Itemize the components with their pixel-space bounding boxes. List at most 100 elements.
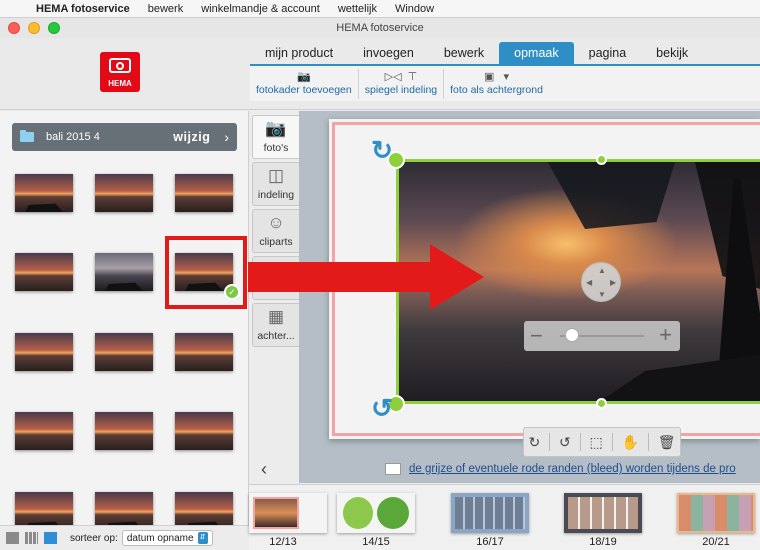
grid-small-icon[interactable] — [44, 532, 57, 544]
side-tool-photos[interactable]: 📷 foto's — [252, 115, 299, 159]
spread-thumbnail[interactable] — [249, 493, 327, 533]
tab-invoegen[interactable]: invoegen — [348, 42, 429, 64]
spread-label: 20/21 — [702, 536, 730, 548]
info-icon — [385, 463, 401, 475]
chevron-left-icon[interactable]: ‹ — [261, 459, 267, 480]
tab-bekijk[interactable]: bekijk — [641, 42, 703, 64]
spread-thumbnail[interactable] — [677, 493, 755, 533]
mirror-layout-button[interactable]: ▷◁ ⊤ spiegel indeling — [359, 66, 443, 96]
spread-label: 12/13 — [269, 536, 297, 548]
pan-left-icon[interactable]: ◀ — [586, 278, 592, 287]
tool-divider — [647, 433, 649, 451]
minimize-window-button[interactable] — [28, 22, 40, 34]
hema-logo: HEMA — [100, 52, 140, 92]
folder-icon — [20, 130, 34, 142]
spread-thumbnail[interactable] — [451, 493, 529, 533]
sort-label: sorteer op: — [70, 532, 118, 544]
add-photo-frame-button[interactable]: 📷 fotokader toevoegen — [250, 66, 358, 96]
side-tool-photos-label: foto's — [263, 142, 289, 154]
used-checkmark-icon: ✓ — [224, 284, 240, 300]
rotate-left-icon[interactable]: ↺ — [559, 434, 571, 451]
zoom-window-button[interactable] — [48, 22, 60, 34]
spread-thumbnail[interactable] — [564, 493, 642, 533]
pan-down-icon[interactable]: ▼ — [598, 290, 606, 299]
app-header: HEMA mijn product invoegen bewerk opmaak… — [0, 38, 760, 110]
photo-thumbnail[interactable] — [95, 174, 153, 212]
photo-thumbnail[interactable] — [15, 412, 73, 450]
zoom-out-icon[interactable]: − — [530, 323, 543, 349]
main-tabs: mijn product invoegen bewerk opmaak pagi… — [250, 42, 703, 64]
zoom-slider[interactable]: − + — [524, 321, 680, 351]
menu-bar: HEMA fotoservice bewerk winkelmandje & a… — [0, 0, 760, 18]
zoom-knob[interactable] — [565, 328, 579, 342]
photo-as-background-label: foto als achtergrond — [450, 84, 543, 96]
hand-icon[interactable]: ✋ — [621, 434, 638, 451]
camera-add-icon: 📷 — [297, 71, 311, 83]
menu-wettelijk[interactable]: wettelijk — [329, 3, 386, 15]
side-tool-layout-label: indeling — [257, 189, 295, 201]
resize-handle-top[interactable] — [596, 154, 607, 165]
photo-thumbnail[interactable] — [95, 253, 153, 291]
sort-value: datum opname — [126, 532, 194, 544]
window-titlebar: HEMA fotoservice — [0, 18, 760, 38]
photo-browser-footer: sorteer op: datum opname ⇵ — [0, 525, 249, 550]
pan-control[interactable]: ▲ ▼ ◀ ▶ — [581, 262, 621, 302]
image-dropdown-icon: ▣ ▾ — [484, 71, 510, 83]
menu-app[interactable]: HEMA fotoservice — [30, 3, 139, 15]
tab-opmaak[interactable]: opmaak — [499, 42, 574, 64]
photo-thumbnail[interactable] — [175, 333, 233, 371]
album-selector[interactable]: bali 2015 4 wijzig › — [12, 123, 237, 151]
photo-thumbnail[interactable] — [95, 412, 153, 450]
menu-bewerk[interactable]: bewerk — [139, 3, 192, 15]
sort-select[interactable]: datum opname ⇵ — [121, 530, 213, 546]
trash-icon[interactable]: 🗑 — [658, 434, 676, 451]
page-filmstrip: 12/13 14/15 16/17 18/19 20/21 — [249, 484, 760, 550]
zoom-in-icon[interactable]: + — [659, 322, 672, 348]
photo-thumbnail[interactable] — [95, 333, 153, 371]
resize-handle-bottom[interactable] — [596, 398, 607, 409]
tool-divider — [549, 433, 551, 451]
tab-mijn-product[interactable]: mijn product — [250, 42, 348, 64]
pan-right-icon[interactable]: ▶ — [610, 278, 616, 287]
tool-divider — [579, 433, 581, 451]
camera-icon: 📷 — [265, 119, 287, 138]
mirror-icon: ▷◁ ⊤ — [384, 71, 418, 83]
photo-browser-panel: bali 2015 4 wijzig › — [0, 111, 249, 550]
chevron-right-icon: › — [224, 129, 229, 145]
info-bar: ‹ de grijze of eventuele rode randen (bl… — [249, 454, 760, 484]
add-photo-frame-label: fotokader toevoegen — [256, 84, 352, 96]
smiley-icon: ☺ — [267, 213, 285, 232]
photo-thumbnail[interactable] — [175, 412, 233, 450]
menu-window[interactable]: Window — [386, 3, 443, 15]
ribbon-toolbar: 📷 fotokader toevoegen ▷◁ ⊤ spiegel indel… — [250, 64, 760, 101]
photo-thumbnail[interactable] — [15, 174, 73, 212]
rotate-top-left-icon[interactable]: ↻ — [369, 137, 395, 163]
spread-thumbnail[interactable] — [337, 493, 415, 533]
photo-thumbnail[interactable] — [15, 333, 73, 371]
bleed-info-link[interactable]: de grijze of eventuele rode randen (blee… — [409, 463, 749, 475]
grid-large-icon[interactable] — [6, 532, 19, 544]
photo-thumbnail[interactable] — [15, 253, 73, 291]
menu-winkelmandje[interactable]: winkelmandje & account — [192, 3, 329, 15]
rotate-right-icon[interactable]: ↻ — [528, 434, 540, 451]
tool-divider — [611, 433, 613, 451]
camera-icon — [109, 58, 131, 73]
spread-label: 16/17 — [476, 536, 504, 548]
mirror-layout-label: spiegel indeling — [364, 84, 438, 96]
spread-label: 14/15 — [362, 536, 390, 548]
album-change-button[interactable]: wijzig — [173, 130, 210, 144]
fit-frame-icon[interactable]: ⬚ — [589, 434, 602, 451]
pan-up-icon[interactable]: ▲ — [598, 266, 606, 275]
album-name: bali 2015 4 — [46, 131, 100, 143]
window-title: HEMA fotoservice — [336, 22, 424, 34]
rotate-bottom-left-icon[interactable]: ↺ — [369, 395, 395, 421]
tab-pagina[interactable]: pagina — [574, 42, 642, 64]
photo-thumbnail[interactable] — [175, 174, 233, 212]
grid-medium-icon[interactable] — [25, 532, 38, 544]
tab-bewerk[interactable]: bewerk — [429, 42, 499, 64]
drag-arrow — [248, 244, 484, 310]
photo-as-background-button[interactable]: ▣ ▾ foto als achtergrond — [444, 66, 549, 96]
close-window-button[interactable] — [8, 22, 20, 34]
logo-text: HEMA — [108, 79, 132, 88]
side-tool-layout[interactable]: ◫ indeling — [252, 162, 299, 206]
